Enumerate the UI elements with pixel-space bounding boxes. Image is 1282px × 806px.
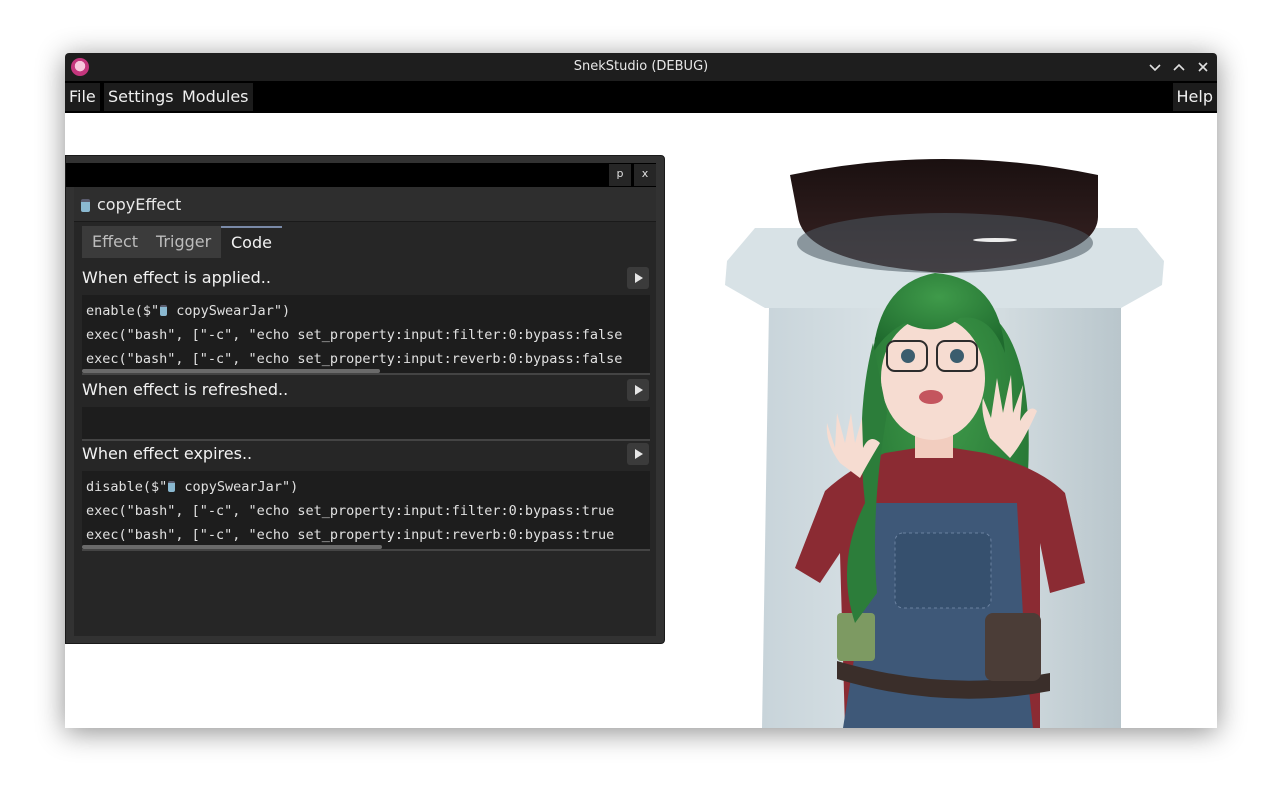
menu-bar: File Settings Modules Help	[65, 81, 1217, 113]
menu-settings[interactable]: Settings	[104, 83, 178, 111]
code-line: exec("bash", ["-c", "echo set_property:i…	[86, 327, 623, 343]
avatar-face	[881, 316, 985, 440]
jar-icon	[160, 305, 168, 316]
code-line: disable($" copySwearJar")	[86, 475, 298, 499]
close-window-button[interactable]	[1191, 55, 1215, 79]
chevron-up-icon	[1173, 63, 1185, 71]
belt-pouch	[985, 613, 1041, 681]
tab-code[interactable]: Code	[221, 226, 282, 260]
lid-highlight	[973, 238, 1017, 242]
horizontal-scrollbar[interactable]	[82, 369, 380, 373]
avatar-mouth	[919, 390, 943, 404]
code-text: enable($"	[86, 303, 160, 319]
code-line: enable($" copySwearJar")	[86, 299, 290, 323]
run-expires-button[interactable]	[627, 443, 649, 465]
jar-lid-rim	[797, 213, 1093, 273]
window-title: SnekStudio (DEBUG)	[573, 59, 709, 74]
code-text: copySwearJar")	[176, 479, 299, 495]
app-window: SnekStudio (DEBUG) File Settings Modules…	[65, 53, 1217, 728]
horizontal-scrollbar[interactable]	[82, 545, 382, 549]
effect-name-field[interactable]: copyEffect	[97, 194, 181, 216]
section-title-applied: When effect is applied..	[82, 268, 271, 287]
effect-editor-panel: p x copyEffect Effect Trigger Code When …	[65, 155, 665, 644]
section-title-refreshed: When effect is refreshed..	[82, 380, 289, 399]
scene-viewport[interactable]: p x copyEffect Effect Trigger Code When …	[65, 113, 1217, 728]
run-applied-button[interactable]	[627, 267, 649, 289]
menu-modules[interactable]: Modules	[178, 83, 253, 111]
chevron-down-icon	[1149, 64, 1161, 72]
tab-effect[interactable]: Effect	[82, 226, 149, 258]
effect-name-bar[interactable]: copyEffect	[74, 187, 656, 222]
code-line: exec("bash", ["-c", "echo set_property:i…	[86, 503, 615, 519]
code-editor-expires[interactable]: disable($" copySwearJar") exec("bash", […	[82, 471, 650, 551]
minimize-button[interactable]	[1143, 55, 1167, 79]
code-line: exec("bash", ["-c", "echo set_property:i…	[86, 527, 615, 543]
close-icon	[1198, 62, 1208, 72]
code-line: exec("bash", ["-c", "echo set_property:i…	[86, 351, 623, 367]
menu-help[interactable]: Help	[1172, 83, 1217, 111]
panel-header[interactable]: p x	[66, 163, 656, 187]
run-refreshed-button[interactable]	[627, 379, 649, 401]
avatar-eye-right	[950, 349, 964, 363]
panel-body: copyEffect Effect Trigger Code When effe…	[74, 187, 656, 636]
avatar-eye-left	[901, 349, 915, 363]
close-panel-button[interactable]: x	[634, 164, 656, 186]
menu-file[interactable]: File	[65, 83, 100, 111]
jar-icon	[168, 481, 176, 492]
code-tab-content: When effect is applied.. enable($" copyS…	[74, 258, 656, 636]
code-text: copySwearJar")	[168, 303, 291, 319]
code-editor-applied[interactable]: enable($" copySwearJar") exec("bash", ["…	[82, 295, 650, 375]
pin-button[interactable]: p	[609, 164, 631, 186]
section-title-expires: When effect expires..	[82, 444, 253, 463]
jar-icon	[81, 199, 90, 212]
code-editor-refreshed[interactable]	[82, 407, 650, 441]
tab-trigger[interactable]: Trigger	[146, 226, 222, 258]
overalls-pocket	[894, 532, 992, 609]
code-text: disable($"	[86, 479, 168, 495]
title-bar[interactable]: SnekStudio (DEBUG)	[65, 53, 1217, 81]
maximize-button[interactable]	[1167, 55, 1191, 79]
